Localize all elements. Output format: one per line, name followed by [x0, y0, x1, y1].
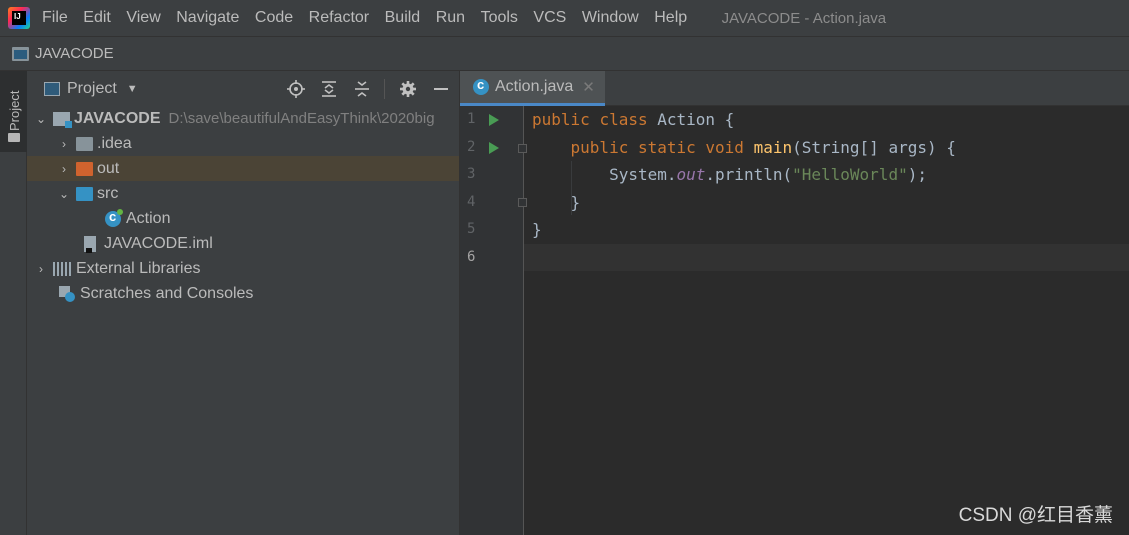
- tree-item-idea[interactable]: › .idea: [27, 131, 459, 156]
- menu-edit[interactable]: Edit: [83, 9, 111, 27]
- chevron-right-icon[interactable]: ›: [59, 162, 69, 176]
- editor-area: Action.java ✕ 1 2 3 4 5 6 public class A…: [459, 71, 1129, 535]
- line-number: 2: [467, 139, 476, 155]
- editor-tab-bar: Action.java ✕: [460, 71, 1129, 106]
- menu-code[interactable]: Code: [255, 9, 293, 27]
- window-title: JAVACODE - Action.java: [721, 9, 887, 27]
- line-number: 4: [467, 194, 476, 210]
- run-class-icon[interactable]: [489, 114, 499, 126]
- editor-gutter: 1 2 3 4 5 6: [460, 106, 527, 535]
- toolbar-divider: [384, 78, 385, 99]
- code-editor[interactable]: public class Action { public static void…: [524, 106, 1129, 535]
- tab-label: Action.java: [495, 78, 574, 95]
- source-folder-icon: [76, 186, 93, 201]
- chevron-down-icon[interactable]: ⌄: [59, 187, 69, 201]
- collapse-all-icon[interactable]: [352, 79, 372, 99]
- tree-item-label: JAVACODE.iml: [104, 234, 213, 252]
- code-line-3: System.out.println("HelloWorld");: [609, 165, 927, 184]
- scratches-icon: [59, 285, 75, 302]
- tree-item-label: External Libraries: [76, 259, 201, 277]
- module-path: D:\save\beautifulAndEasyThink\2020big: [168, 110, 435, 127]
- tree-item-label: Action: [126, 209, 171, 227]
- tree-item-javacode[interactable]: ⌄ JAVACODE D:\save\beautifulAndEasyThink…: [27, 106, 459, 131]
- breadcrumb-project[interactable]: JAVACODE: [35, 45, 114, 62]
- project-panel: Project ▼ ⌄ JAVACODE D:\save\beautifulAn…: [27, 71, 459, 535]
- locate-file-icon[interactable]: [286, 79, 306, 99]
- libraries-icon: [53, 261, 72, 276]
- tree-item-scratches[interactable]: Scratches and Consoles: [27, 281, 459, 306]
- code-line-1: public class Action {: [532, 110, 735, 129]
- tree-item-label: Scratches and Consoles: [80, 284, 254, 302]
- run-main-icon[interactable]: [489, 142, 499, 154]
- menu-navigate[interactable]: Navigate: [176, 9, 239, 27]
- menu-run[interactable]: Run: [436, 9, 465, 27]
- tree-item-javacode-iml[interactable]: JAVACODE.iml: [27, 231, 459, 256]
- chevron-right-icon[interactable]: ›: [36, 262, 46, 276]
- chevron-down-icon[interactable]: ⌄: [36, 112, 46, 126]
- tab-action-java[interactable]: Action.java ✕: [460, 71, 605, 106]
- chevron-right-icon[interactable]: ›: [59, 137, 69, 151]
- project-tree: ⌄ JAVACODE D:\save\beautifulAndEasyThink…: [27, 106, 459, 306]
- project-tool-window-tab[interactable]: Project: [0, 71, 27, 152]
- navigation-bar: JAVACODE: [0, 36, 1129, 71]
- menu-view[interactable]: View: [126, 9, 160, 27]
- gear-icon[interactable]: [398, 79, 418, 99]
- tree-item-external-libraries[interactable]: › External Libraries: [27, 256, 459, 281]
- tree-item-action[interactable]: Action: [27, 206, 459, 231]
- line-number: 6: [467, 249, 476, 265]
- code-line-4: }: [570, 193, 581, 212]
- iml-file-icon: [84, 235, 96, 253]
- menu-vcs[interactable]: VCS: [533, 9, 566, 27]
- line-number: 5: [467, 221, 476, 237]
- line-number: 3: [467, 166, 476, 182]
- project-panel-title[interactable]: Project: [67, 80, 117, 98]
- folder-icon: [76, 136, 93, 151]
- tree-item-out[interactable]: › out: [27, 156, 459, 181]
- panel-toolbar: [273, 71, 459, 106]
- excluded-folder-icon: [76, 161, 93, 176]
- tree-item-label: .idea: [97, 134, 132, 152]
- tree-item-src[interactable]: ⌄ src: [27, 181, 459, 206]
- left-tool-strip: Project: [0, 71, 27, 535]
- project-tab-label: Project: [7, 90, 22, 131]
- project-view-icon: [44, 81, 60, 96]
- code-line-5: }: [532, 220, 542, 239]
- intellij-logo-icon: IJ: [8, 7, 30, 29]
- tree-item-label: out: [97, 159, 120, 177]
- current-line-highlight: [524, 244, 1129, 271]
- chevron-down-icon[interactable]: ▼: [127, 83, 138, 95]
- line-number: 1: [467, 111, 476, 127]
- menu-tools[interactable]: Tools: [481, 9, 518, 27]
- hide-panel-icon[interactable]: [431, 79, 451, 99]
- tree-item-label: JAVACODE: [74, 109, 161, 127]
- module-icon: [53, 111, 72, 128]
- folder-icon: [8, 133, 20, 142]
- java-class-icon: [473, 77, 489, 95]
- menu-help[interactable]: Help: [654, 9, 687, 27]
- java-class-icon: [105, 208, 123, 227]
- menu-file[interactable]: File: [42, 9, 68, 27]
- menu-window[interactable]: Window: [582, 9, 639, 27]
- project-folder-icon: [12, 46, 29, 61]
- project-panel-header: Project ▼: [27, 71, 459, 106]
- menu-build[interactable]: Build: [385, 9, 421, 27]
- menu-refactor[interactable]: Refactor: [309, 9, 369, 27]
- watermark: CSDN @红目香薰: [958, 505, 1113, 526]
- tree-item-label: src: [97, 184, 119, 202]
- close-icon[interactable]: ✕: [582, 78, 595, 96]
- expand-all-icon[interactable]: [319, 79, 339, 99]
- menu-bar: IJ File Edit View Navigate Code Refactor…: [0, 0, 1129, 36]
- code-line-2: public static void main(String[] args) {: [570, 138, 956, 157]
